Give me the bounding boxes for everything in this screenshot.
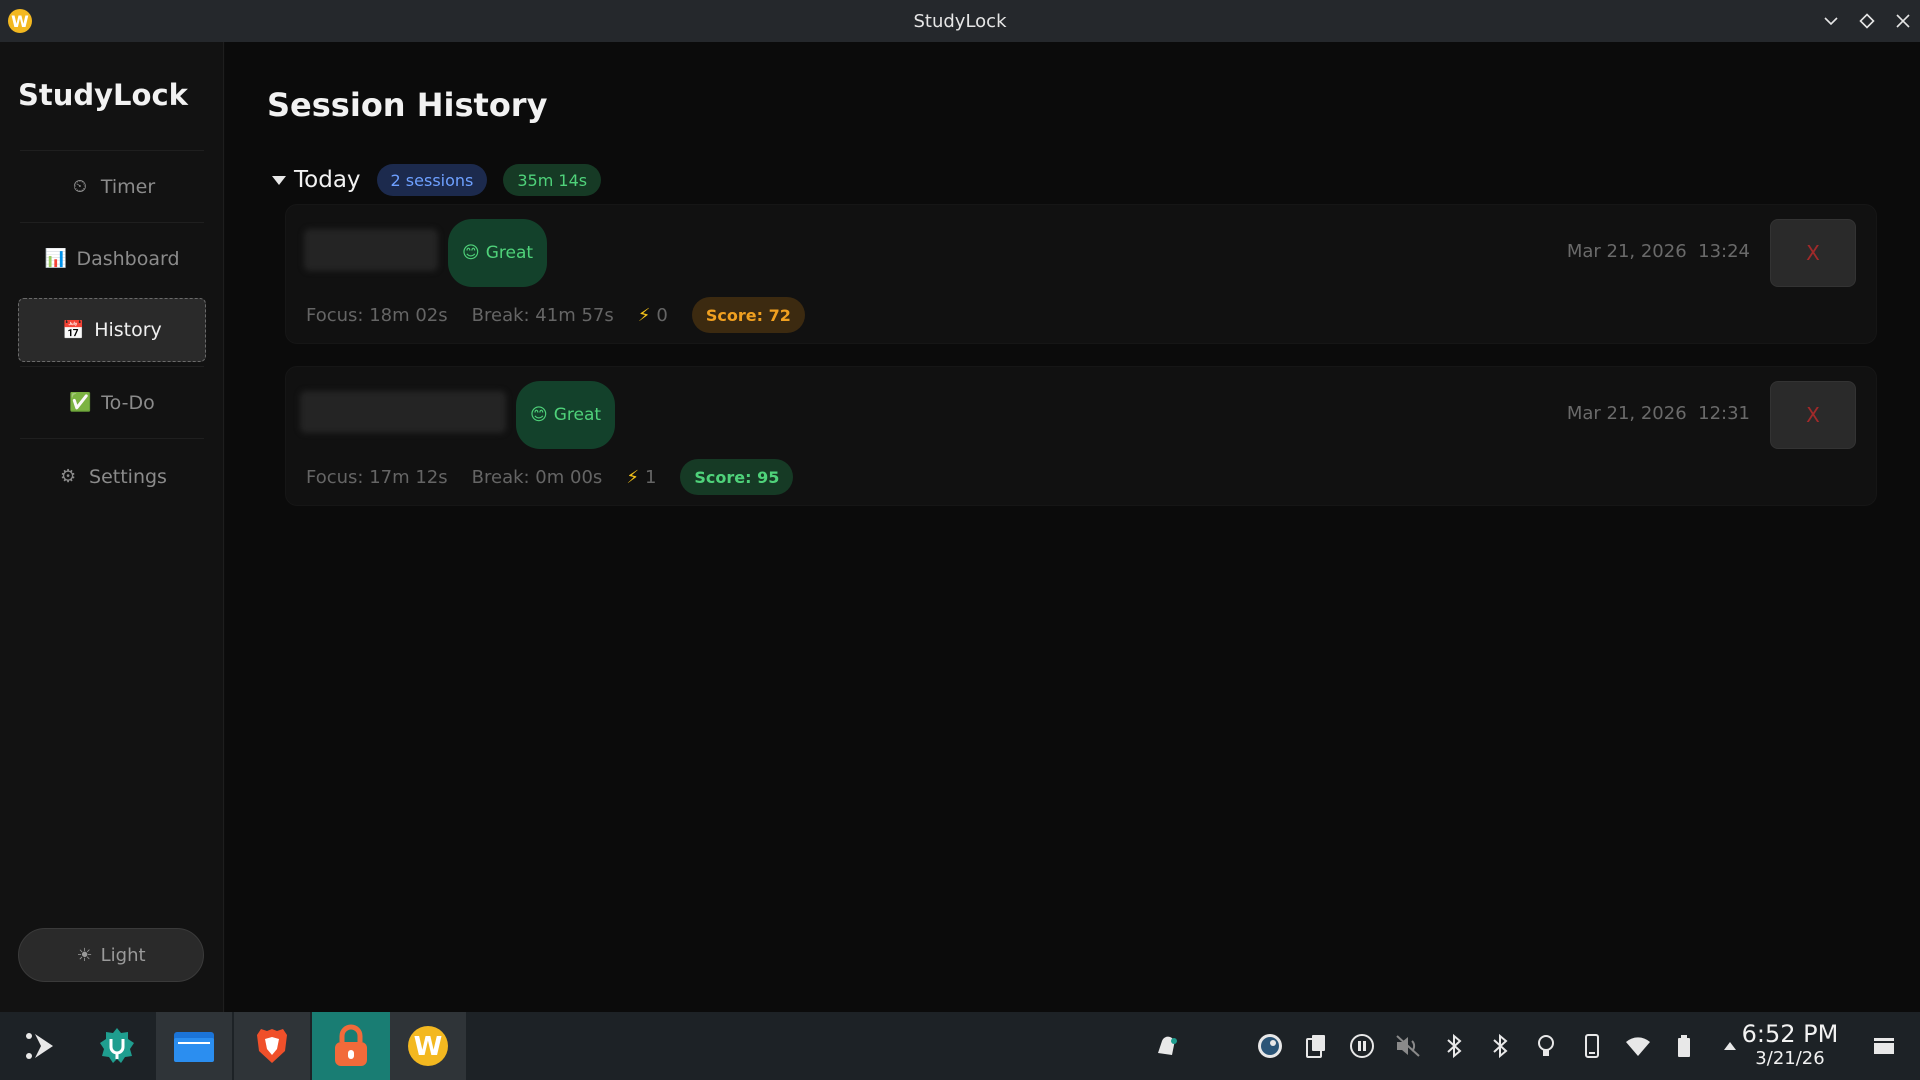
interruptions-count: 1: [644, 466, 657, 488]
mood-label: Great: [553, 405, 602, 425]
clipboard-icon[interactable]: [1300, 1030, 1332, 1062]
battery-icon[interactable]: [1668, 1030, 1700, 1062]
session-time: 13:24: [1698, 241, 1750, 262]
sidebar-item-label: To-Do: [101, 391, 155, 414]
interruptions-count: 0: [656, 304, 668, 326]
break-duration: Break: 41m 57s: [471, 304, 614, 326]
taskbar: W 6:52 PM 3/21/26: [0, 1012, 1920, 1080]
sun-icon: ☀: [76, 944, 93, 966]
bluetooth-icon[interactable]: [1484, 1030, 1516, 1062]
score-badge: Score: 95: [680, 459, 794, 495]
discover-icon[interactable]: [78, 1012, 156, 1080]
main-content: Session History Today 2 sessions 35m 14s…: [225, 42, 1920, 1012]
score-badge: Score: 72: [691, 297, 805, 333]
wifi-icon[interactable]: [1622, 1030, 1654, 1062]
steam-icon[interactable]: [1254, 1030, 1286, 1062]
session-date: Mar 21, 2026: [1566, 403, 1687, 424]
studylock-icon[interactable]: [312, 1012, 390, 1080]
group-label: Today: [294, 167, 361, 193]
notifications-icon[interactable]: [1150, 1030, 1182, 1062]
brave-browser-icon[interactable]: [234, 1012, 312, 1080]
maximize-icon[interactable]: [1858, 12, 1876, 30]
session-datetime: Mar 21, 2026 13:24: [1567, 241, 1750, 262]
app-icon: W: [8, 9, 32, 33]
volume-muted-icon[interactable]: [1392, 1030, 1424, 1062]
clock[interactable]: 6:52 PM 3/21/26: [1738, 1020, 1842, 1069]
timer-icon: ⏲: [72, 176, 87, 197]
session-card: 😊 Great Mar 21, 2026 13:24 X Focus: 18m …: [285, 204, 1877, 344]
session-stats: Focus: 18m 02s Break: 41m 57s ⚡ 0 Score: …: [306, 297, 805, 333]
sessions-count-badge: 2 sessions: [376, 164, 488, 196]
window-title: StudyLock: [913, 10, 1007, 32]
system-tray: [1150, 1012, 1746, 1080]
window-controls: [1822, 0, 1912, 42]
lightning-icon: ⚡: [626, 466, 639, 488]
calendar-icon: 📅: [62, 319, 85, 341]
page-title: Session History: [267, 86, 548, 124]
session-card: 😊 Great Mar 21, 2026 12:31 X Focus: 17m …: [285, 366, 1877, 506]
delete-session-button[interactable]: X: [1770, 381, 1856, 449]
brand-title: StudyLock: [18, 78, 188, 112]
smile-icon: 😊: [462, 243, 480, 263]
show-desktop-icon[interactable]: [1872, 1034, 1896, 1058]
sidebar-nav: ⏲ Timer 📊 Dashboard 📅 History ✅ To-Do ⚙ …: [18, 150, 206, 514]
mood-label: Great: [485, 243, 534, 263]
minimize-icon[interactable]: [1822, 12, 1840, 30]
group-header-today[interactable]: Today 2 sessions 35m 14s: [272, 162, 602, 198]
sidebar-item-timer[interactable]: ⏲ Timer: [20, 150, 204, 222]
caret-down-icon[interactable]: [272, 175, 286, 185]
session-name-redacted: [304, 229, 438, 271]
session-time: 12:31: [1698, 403, 1750, 424]
title-bar: W StudyLock: [0, 0, 1920, 42]
session-stats: Focus: 17m 12s Break: 0m 00s ⚡ 1 Score: 9…: [306, 459, 794, 495]
delete-session-button[interactable]: X: [1770, 219, 1856, 287]
break-duration: Break: 0m 00s: [471, 466, 603, 488]
clock-time: 6:52 PM: [1741, 1020, 1839, 1048]
sidebar-item-label: Dashboard: [76, 247, 180, 270]
launcher-icon[interactable]: [0, 1012, 78, 1080]
sidebar-item-history[interactable]: 📅 History: [18, 298, 206, 362]
interruptions: ⚡ 0: [638, 305, 668, 326]
sidebar-item-settings[interactable]: ⚙ Settings: [20, 438, 204, 514]
close-icon[interactable]: [1894, 12, 1912, 30]
clock-date: 3/21/26: [1755, 1048, 1825, 1069]
sidebar-item-label: Timer: [100, 175, 156, 198]
bluetooth-icon[interactable]: [1438, 1030, 1470, 1062]
theme-toggle-button[interactable]: ☀ Light: [18, 928, 204, 982]
interruptions: ⚡ 1: [626, 467, 656, 488]
session-name-redacted: [300, 391, 506, 433]
sidebar: StudyLock ⏲ Timer 📊 Dashboard 📅 History …: [0, 42, 224, 1012]
mood-badge: 😊 Great: [516, 381, 616, 449]
files-icon[interactable]: [156, 1012, 234, 1080]
w-app-icon[interactable]: W: [390, 1012, 468, 1080]
smile-icon: 😊: [530, 405, 548, 425]
session-date: Mar 21, 2026: [1566, 241, 1687, 262]
gear-icon: ⚙: [59, 466, 77, 487]
focus-duration: Focus: 17m 12s: [306, 466, 448, 488]
theme-toggle-label: Light: [100, 944, 146, 966]
phone-icon[interactable]: [1576, 1030, 1608, 1062]
bar-chart-icon: 📊: [44, 248, 67, 269]
lightning-icon: ⚡: [637, 304, 651, 326]
media-pause-icon[interactable]: [1346, 1030, 1378, 1062]
sidebar-item-todo[interactable]: ✅ To-Do: [20, 366, 204, 438]
check-icon: ✅: [69, 392, 92, 413]
svg-text:W: W: [414, 1032, 443, 1062]
sidebar-item-dashboard[interactable]: 📊 Dashboard: [20, 222, 204, 294]
focus-duration: Focus: 18m 02s: [306, 304, 448, 326]
sidebar-item-label: Settings: [89, 465, 167, 488]
total-duration-badge: 35m 14s: [503, 164, 602, 196]
sidebar-item-label: History: [94, 319, 162, 341]
mood-badge: 😊 Great: [448, 219, 548, 287]
session-datetime: Mar 21, 2026 12:31: [1567, 403, 1750, 424]
night-light-icon[interactable]: [1530, 1030, 1562, 1062]
